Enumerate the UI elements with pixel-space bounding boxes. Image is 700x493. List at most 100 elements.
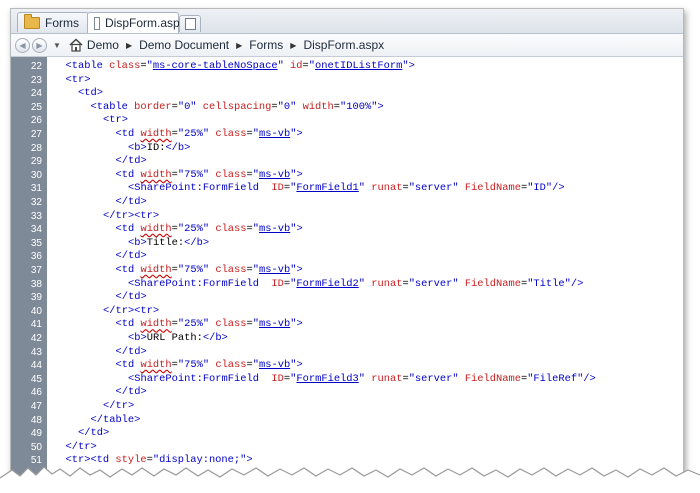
code-line[interactable]: 30 <td width="75%" class="ms-vb"> [11,169,683,183]
code-token: width [140,318,172,331]
code-line[interactable]: 39 </td> [11,291,683,305]
code-line[interactable]: 47 </tr> [11,400,683,414]
code-token: width [140,128,172,140]
code-line[interactable]: 24 <td> [11,87,683,101]
line-number: 41 [30,319,42,331]
history-dropdown-icon[interactable]: ▼ [53,41,61,50]
code-line[interactable]: 28 <b>ID:</b> [11,142,683,156]
code-line[interactable]: 48 </table> [11,414,683,428]
code-token: Title: [146,236,185,249]
code-token: FormField2 [296,277,359,290]
code-token: </td> [115,345,147,358]
code-token: ms-core-tableNoSpace [152,60,278,72]
code-text: <td width="75%" class="ms-vb"> [116,264,303,278]
back-icon[interactable]: ◀ [15,37,30,53]
tab-label: Forms [45,15,79,30]
code-line[interactable]: 40 </tr><tr> [11,305,683,319]
code-token: <b> [128,332,147,344]
code-text: <b>URL Path:</b> [128,332,228,346]
code-token: <table [90,100,135,113]
code-token: ms-vb [259,318,291,331]
code-line[interactable]: 37 <td width="75%" class="ms-vb"> [11,264,683,278]
code-token: </b> [202,332,228,344]
code-line[interactable]: 27 <td width="25%" class="ms-vb"> [11,128,683,142]
code-token: <SharePoint:FormField [128,372,272,385]
new-tab-button[interactable] [179,15,201,32]
code-token: </td> [115,291,147,304]
code-line[interactable]: 25 <table border="0" cellspacing="0" widt… [11,101,683,115]
code-text: <b>ID:</b> [128,142,190,156]
code-token: "25%" [177,223,210,236]
code-line[interactable]: 43 </td> [11,346,683,360]
code-line[interactable]: 33 </tr><tr> [11,210,683,224]
line-number: 49 [30,428,42,440]
code-token: <SharePoint:FormField [128,277,272,290]
code-token: "Title"/> [527,277,584,290]
code-token: "25%" [177,318,210,331]
code-token: width [302,100,334,113]
code-token: ID [271,277,284,290]
code-line[interactable]: 45 <SharePoint:FormField ID="FormField3" … [11,373,683,387]
code-token: "25%" [177,128,210,140]
code-line[interactable]: 34 <td width="25%" class="ms-vb"> [11,223,683,237]
line-number: 32 [30,197,42,208]
breadcrumb-forms[interactable]: Forms [249,38,283,52]
code-token: " [358,372,372,385]
code-line[interactable]: 35 <b>Title:</b> [11,237,683,251]
breadcrumb-separator-icon[interactable]: ▶ [236,41,242,50]
code-text: <td width="25%" class="ms-vb"> [116,318,303,332]
breadcrumb-demo-document[interactable]: Demo Document [139,38,229,52]
breadcrumb-separator-icon[interactable]: ▶ [126,41,132,50]
code-text: </tr> [103,400,134,414]
code-token: <table [65,60,110,72]
code-line[interactable]: 36 </td> [11,250,683,264]
code-line[interactable]: 46 </td> [11,386,683,400]
code-token: " [358,277,372,290]
line-number: 27 [30,129,42,140]
code-token: <tr> [65,73,91,86]
code-text: </td> [116,386,147,400]
code-text: </tr><tr> [103,305,159,319]
code-editor[interactable]: 22 <table class="ms-core-tableNoSpace" id… [11,57,683,479]
tab-dispform[interactable]: DispForm.aspx [87,12,186,33]
code-line[interactable]: 38 <SharePoint:FormField ID="FormField2" … [11,278,683,292]
home-icon[interactable] [69,38,83,52]
code-text: <tr> [66,74,91,88]
forward-icon[interactable]: ▶ [32,37,47,53]
code-text: <table border="0" cellspacing="0" width=… [91,101,384,115]
tab-forms[interactable]: Forms [17,12,89,32]
code-line[interactable]: 32 </td> [11,196,683,210]
line-number: 39 [30,292,42,304]
line-number: 47 [30,401,42,412]
code-token: <td [115,223,141,236]
breadcrumb-dispform[interactable]: DispForm.aspx [303,38,384,52]
code-line[interactable]: 31 <SharePoint:FormField ID="FormField1" … [11,182,683,196]
code-token: "> [290,359,303,372]
code-line[interactable]: 22 <table class="ms-core-tableNoSpace" id… [11,60,683,74]
code-token: ms-vb [259,264,291,276]
folder-icon [24,13,40,29]
line-number: 38 [30,278,42,290]
code-token: "0" [277,100,303,113]
code-token: </b> [184,236,210,249]
breadcrumb-demo[interactable]: Demo [87,38,119,52]
code-token: <td [115,264,141,276]
code-line[interactable]: 42 <b>URL Path:</b> [11,332,683,346]
breadcrumb-separator-icon[interactable]: ▶ [290,41,296,50]
line-number: 44 [30,360,42,372]
line-number: 24 [30,88,42,100]
code-line[interactable]: 26 <tr> [11,114,683,128]
code-line[interactable]: 29 </td> [11,155,683,169]
code-token: FormField1 [296,182,359,195]
code-line[interactable]: 41 <td width="25%" class="ms-vb"> [11,318,683,332]
code-line[interactable]: 49 </td> [11,427,683,441]
code-line[interactable]: 44 <td width="75%" class="ms-vb"> [11,359,683,373]
code-token: URL Path: [146,332,203,344]
code-token: ms-vb [259,359,291,372]
line-number: 23 [30,74,42,86]
new-tab-icon [184,18,196,30]
code-text: <td width="25%" class="ms-vb"> [116,223,303,237]
code-line[interactable]: 23 <tr> [11,74,683,88]
line-number: 48 [30,414,42,426]
code-token: "75%" [177,359,210,372]
